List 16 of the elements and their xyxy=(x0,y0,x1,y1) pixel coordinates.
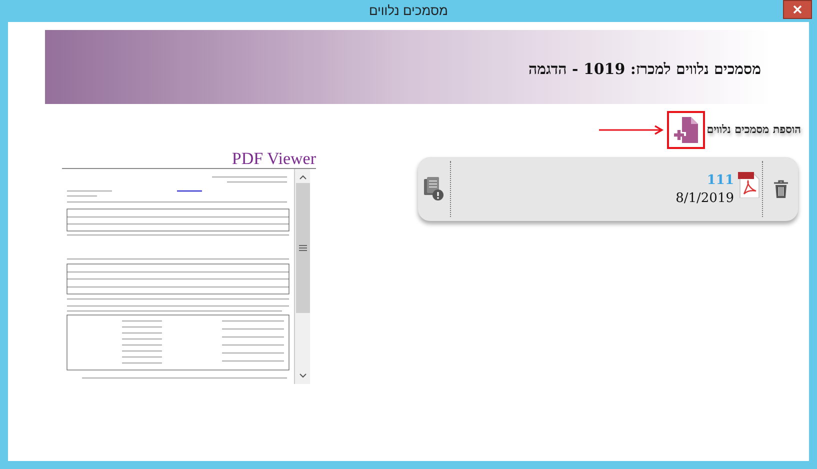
document-download-icon[interactable] xyxy=(424,177,444,201)
scroll-thumb[interactable] xyxy=(296,183,310,313)
page-heading: מסמכים נלווים למכרז: 1019 - הדגמה xyxy=(528,58,761,80)
window-title: מסמכים נלווים xyxy=(368,2,448,20)
add-document-button[interactable] xyxy=(666,111,705,149)
pdf-file-icon xyxy=(738,172,760,198)
trash-icon[interactable] xyxy=(774,180,788,198)
grip-icon xyxy=(298,245,306,251)
add-documents-label[interactable]: הוספת מסמכים נלווים xyxy=(706,122,801,138)
arrow xyxy=(598,125,665,135)
add-document-icon xyxy=(674,117,698,143)
close-button[interactable] xyxy=(783,0,812,19)
viewer-title: PDF Viewer xyxy=(232,150,316,168)
close-icon xyxy=(793,5,802,14)
scrollbar[interactable] xyxy=(294,169,310,384)
document-date: 8/1/2019 xyxy=(676,190,734,208)
